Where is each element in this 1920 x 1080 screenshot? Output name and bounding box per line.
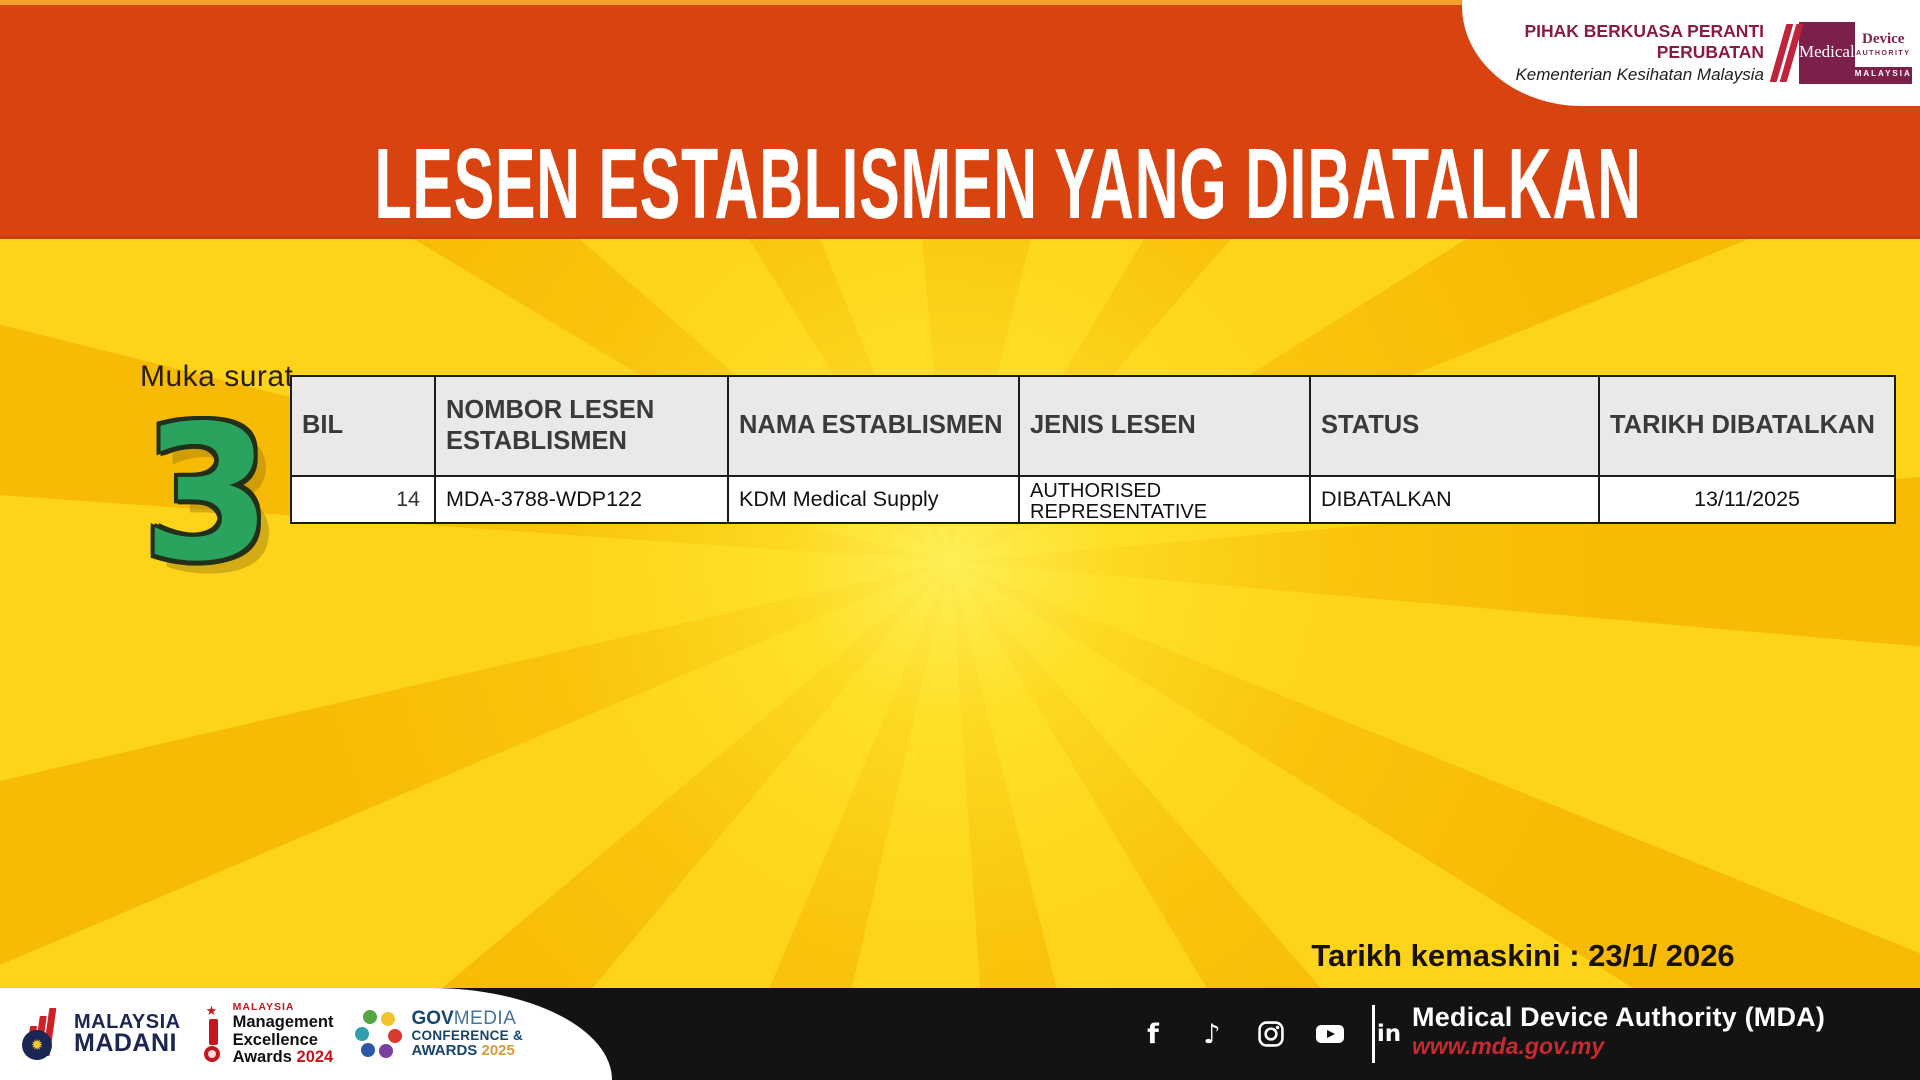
mda-logo-medical: Medical xyxy=(1799,22,1855,81)
govmedia-gov: GOV xyxy=(411,1008,453,1029)
footer-divider xyxy=(1372,1005,1375,1063)
mda-logo-authority: AUTHORITY xyxy=(1855,50,1912,57)
govmedia-media: MEDIA xyxy=(454,1008,517,1029)
madani-flag-icon: ✹ xyxy=(22,1008,66,1060)
social-icons: f ♪ in xyxy=(1138,1019,1404,1049)
page-title: LESEN ESTABLISMEN YANG DIBATALKAN xyxy=(374,134,1545,234)
authority-name: PIHAK BERKUASA PERANTI PERUBATAN xyxy=(1462,21,1764,65)
govmedia-awards: AWARDS 2025 xyxy=(411,1043,523,1059)
cell-tarikh: 13/11/2025 xyxy=(1599,476,1895,523)
organization-name: Medical Device Authority (MDA) xyxy=(1412,1001,1825,1033)
mda-logo-chevrons-icon xyxy=(1778,22,1795,84)
mmea-year: 2024 xyxy=(297,1048,334,1066)
mmea-line3: Awards 2024 xyxy=(233,1049,334,1066)
table-header-row: BIL NOMBOR LESEN ESTABLISMEN NAMA ESTABL… xyxy=(291,376,1895,476)
cell-status: DIBATALKAN xyxy=(1310,476,1599,523)
column-header-status: STATUS xyxy=(1310,376,1599,476)
mda-logo-malaysia: MALAYSIA xyxy=(1855,67,1912,81)
facebook-icon[interactable]: f xyxy=(1138,1019,1168,1049)
page-number: 3 xyxy=(112,396,302,591)
youtube-icon[interactable] xyxy=(1315,1019,1345,1049)
column-header-jenis: JENIS LESEN xyxy=(1019,376,1310,476)
licence-table: BIL NOMBOR LESEN ESTABLISMEN NAMA ESTABL… xyxy=(290,375,1896,524)
column-header-nombor-lesen: NOMBOR LESEN ESTABLISMEN xyxy=(435,376,728,476)
mda-logo: Medical Device AUTHORITY MALAYSIA xyxy=(1778,22,1906,84)
column-header-nama: NAMA ESTABLISMEN xyxy=(728,376,1019,476)
last-updated-label: Tarikh kemaskini : 23/1/ 2026 xyxy=(1308,938,1738,974)
cell-nama: KDM Medical Supply xyxy=(728,476,1019,523)
linkedin-icon[interactable]: in xyxy=(1374,1019,1404,1049)
management-excellence-awards-logo: ★ MALAYSIA Management Excellence Awards … xyxy=(203,1002,334,1066)
authority-badge: PIHAK BERKUASA PERANTI PERUBATAN Kemente… xyxy=(1462,0,1920,106)
tiktok-icon[interactable]: ♪ xyxy=(1197,1019,1227,1049)
column-header-bil: BIL xyxy=(291,376,435,476)
govmedia-conference: CONFERENCE & xyxy=(411,1029,523,1043)
mmea-line2: Excellence xyxy=(233,1032,334,1049)
madani-line2: MADANI xyxy=(74,1032,181,1056)
website-link[interactable]: www.mda.gov.my xyxy=(1412,1033,1825,1061)
mmea-line1: Management xyxy=(233,1014,334,1031)
award-trophy-icon: ★ xyxy=(203,1006,225,1062)
footer-bar: ✹ MALAYSIA MADANI ★ MALAYSIA Management … xyxy=(0,988,1920,1080)
ministry-name: Kementerian Kesihatan Malaysia xyxy=(1462,64,1764,85)
govmedia-logo: GOVMEDIA CONFERENCE & AWARDS 2025 xyxy=(355,1009,523,1059)
govmedia-star-icon xyxy=(355,1010,403,1058)
footer-logo-panel: ✹ MALAYSIA MADANI ★ MALAYSIA Management … xyxy=(0,988,612,1080)
table-row: 14 MDA-3788-WDP122 KDM Medical Supply AU… xyxy=(291,476,1895,523)
column-header-tarikh: TARIKH DIBATALKAN xyxy=(1599,376,1895,476)
cell-nombor-lesen: MDA-3788-WDP122 xyxy=(435,476,728,523)
authority-badge-text: PIHAK BERKUASA PERANTI PERUBATAN Kemente… xyxy=(1462,21,1764,86)
malaysia-madani-logo: ✹ MALAYSIA MADANI xyxy=(22,1008,181,1060)
mmea-country: MALAYSIA xyxy=(233,1002,334,1013)
cell-bil: 14 xyxy=(291,476,435,523)
govmedia-year: 2025 xyxy=(481,1042,514,1059)
mda-logo-device: Device xyxy=(1855,22,1912,48)
cell-jenis: AUTHORISED REPRESENTATIVE xyxy=(1019,476,1310,523)
instagram-icon[interactable] xyxy=(1256,1019,1286,1049)
